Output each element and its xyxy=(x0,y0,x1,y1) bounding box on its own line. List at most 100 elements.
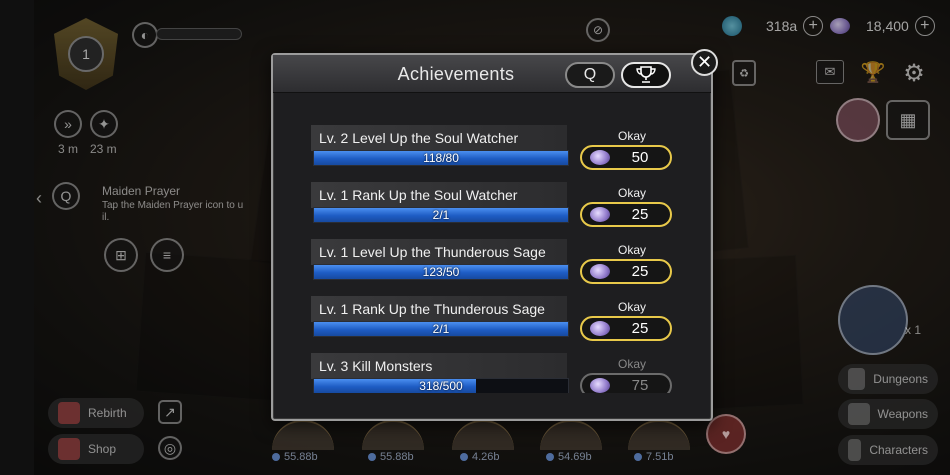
event-character-icon[interactable] xyxy=(836,98,880,142)
reward-amount: 75 xyxy=(631,377,649,393)
progress-bar: 318/500 xyxy=(313,378,569,393)
progress-text: 118/80 xyxy=(423,151,459,165)
achievement-title: Lv. 1 Rank Up the Thunderous Sage xyxy=(311,296,567,322)
progress-text: 2/1 xyxy=(432,208,450,222)
progress-text: 123/50 xyxy=(422,265,460,279)
timer-1: 3 m xyxy=(58,142,79,156)
status-label: Okay xyxy=(617,243,646,257)
achievement-row: Lv. 2 Level Up the Soul Watcher 118/80 O… xyxy=(309,121,679,170)
recycle-icon[interactable]: ♻ xyxy=(732,60,756,86)
modal-header: Achievements Q xyxy=(273,55,711,93)
claim-reward-button[interactable]: 50 xyxy=(580,145,672,170)
progress-bar: 2/1 xyxy=(313,321,569,337)
achievement-name: Kill Monsters xyxy=(352,358,433,374)
share-icon[interactable]: ↗ xyxy=(158,400,182,424)
hero-power-stat: 54.69b xyxy=(546,451,592,463)
rebirth-icon xyxy=(58,402,80,424)
achievement-title: Lv. 3 Kill Monsters xyxy=(311,353,567,379)
claim-reward-button[interactable]: 75 xyxy=(580,373,672,393)
weapons-button[interactable]: Weapons xyxy=(838,399,938,429)
gem-icon xyxy=(590,264,610,279)
achievement-name: Rank Up the Soul Watcher xyxy=(352,187,518,203)
gem-icon xyxy=(590,150,610,165)
progress-text: 2/1 xyxy=(432,322,450,336)
quest-desc: Tap the Maiden Prayer icon to u xyxy=(102,200,244,211)
hero-power-value: 54.69b xyxy=(558,451,592,463)
power-icon xyxy=(272,453,280,461)
settings-gear-icon[interactable]: ⚙ xyxy=(899,58,929,88)
multiplier-text: x 1 xyxy=(905,323,922,337)
power-icon xyxy=(460,453,468,461)
reward-amount: 25 xyxy=(631,263,649,280)
progress-bar: 118/80 xyxy=(313,150,569,166)
weapons-label: Weapons xyxy=(877,407,928,421)
power-icon xyxy=(546,453,554,461)
fast-forward-icon[interactable]: » xyxy=(54,110,82,138)
shop-label: Shop xyxy=(88,442,117,456)
hero-power-value: 7.51b xyxy=(646,451,674,463)
reward-amount: 25 xyxy=(631,206,649,223)
achievement-title: Lv. 2 Level Up the Soul Watcher xyxy=(311,125,567,151)
achievement-title: Lv. 1 Level Up the Thunderous Sage xyxy=(311,239,567,265)
status-label: Okay xyxy=(617,186,646,200)
achievement-name: Level Up the Soul Watcher xyxy=(352,130,519,146)
gem-icon xyxy=(590,378,610,393)
list-icon[interactable]: ≡ xyxy=(150,238,184,272)
achievement-level: Lv. 1 xyxy=(319,301,349,317)
orb-icon xyxy=(722,16,742,36)
rebirth-label: Rebirth xyxy=(88,406,127,420)
swords-icon xyxy=(848,403,870,425)
add-orb-button[interactable]: + xyxy=(803,16,824,36)
power-icon xyxy=(368,453,376,461)
achievement-list[interactable]: Lv. 2 Level Up the Soul Watcher 118/80 O… xyxy=(309,121,679,393)
claim-reward-button[interactable]: 25 xyxy=(580,259,672,284)
chevron-left-icon[interactable]: ‹ xyxy=(36,188,42,209)
achievement-level: Lv. 1 xyxy=(319,244,349,260)
link-icon[interactable]: ◎ xyxy=(158,436,182,460)
hero-power-stat: 55.88b xyxy=(368,451,414,463)
claim-reward-button[interactable]: 25 xyxy=(580,202,672,227)
shop-button[interactable]: Shop xyxy=(48,434,144,464)
character-portrait-icon[interactable]: ◐ xyxy=(132,22,158,48)
heart-icon[interactable]: ♥ xyxy=(706,414,746,454)
achievement-row: Lv. 1 Rank Up the Thunderous Sage 2/1 Ok… xyxy=(309,292,679,341)
gift-icon[interactable]: ⊞ xyxy=(104,238,138,272)
gem-icon xyxy=(590,207,610,222)
achievement-row: Lv. 1 Rank Up the Soul Watcher 2/1 Okay … xyxy=(309,178,679,227)
quest-desc-2: il. xyxy=(102,212,110,223)
achievement-name: Level Up the Thunderous Sage xyxy=(352,244,546,260)
shop-icon xyxy=(58,438,80,460)
quest-title: Maiden Prayer xyxy=(102,184,181,198)
currency-orb: 318a + xyxy=(722,16,824,36)
trophy-menu-icon[interactable]: 🏆 xyxy=(858,58,888,86)
progress-text: 318/500 xyxy=(419,379,463,393)
calendar-icon[interactable]: ▦ xyxy=(886,100,930,140)
dungeon-icon xyxy=(848,368,866,390)
hero-power-stat: 4.26b xyxy=(460,451,500,463)
tab-achievements[interactable] xyxy=(621,62,671,88)
achievement-row: Lv. 3 Kill Monsters 318/500 Okay 75 xyxy=(309,349,679,393)
tab-quests[interactable]: Q xyxy=(565,62,615,88)
mail-icon[interactable]: ✉ xyxy=(816,60,844,84)
characters-icon xyxy=(848,439,862,461)
characters-label: Characters xyxy=(869,443,928,457)
achievements-modal: Achievements Q Lv. 2 Level Up the Soul W… xyxy=(271,53,713,421)
characters-button[interactable]: Characters xyxy=(838,435,938,465)
dungeons-button[interactable]: Dungeons xyxy=(838,364,938,394)
bird-icon[interactable]: ✦ xyxy=(90,110,118,138)
gem-icon xyxy=(590,321,610,336)
reward-amount: 50 xyxy=(631,149,649,166)
rebirth-button[interactable]: Rebirth xyxy=(48,398,144,428)
add-gem-button[interactable]: + xyxy=(914,16,935,36)
summon-portrait-icon[interactable] xyxy=(838,285,908,355)
close-button[interactable]: ✕ xyxy=(691,49,718,76)
trophy-icon xyxy=(636,66,656,83)
achievement-level: Lv. 1 xyxy=(319,187,349,203)
claim-reward-button[interactable]: 25 xyxy=(580,316,672,341)
progress-bar: 123/50 xyxy=(313,264,569,280)
quest-icon[interactable]: Q xyxy=(52,182,80,210)
hero-power-stat: 7.51b xyxy=(634,451,674,463)
gem-amount: 18,400 xyxy=(866,18,909,34)
achievement-row: Lv. 1 Level Up the Thunderous Sage 123/5… xyxy=(309,235,679,284)
compass-icon[interactable]: ⊘ xyxy=(586,18,610,42)
